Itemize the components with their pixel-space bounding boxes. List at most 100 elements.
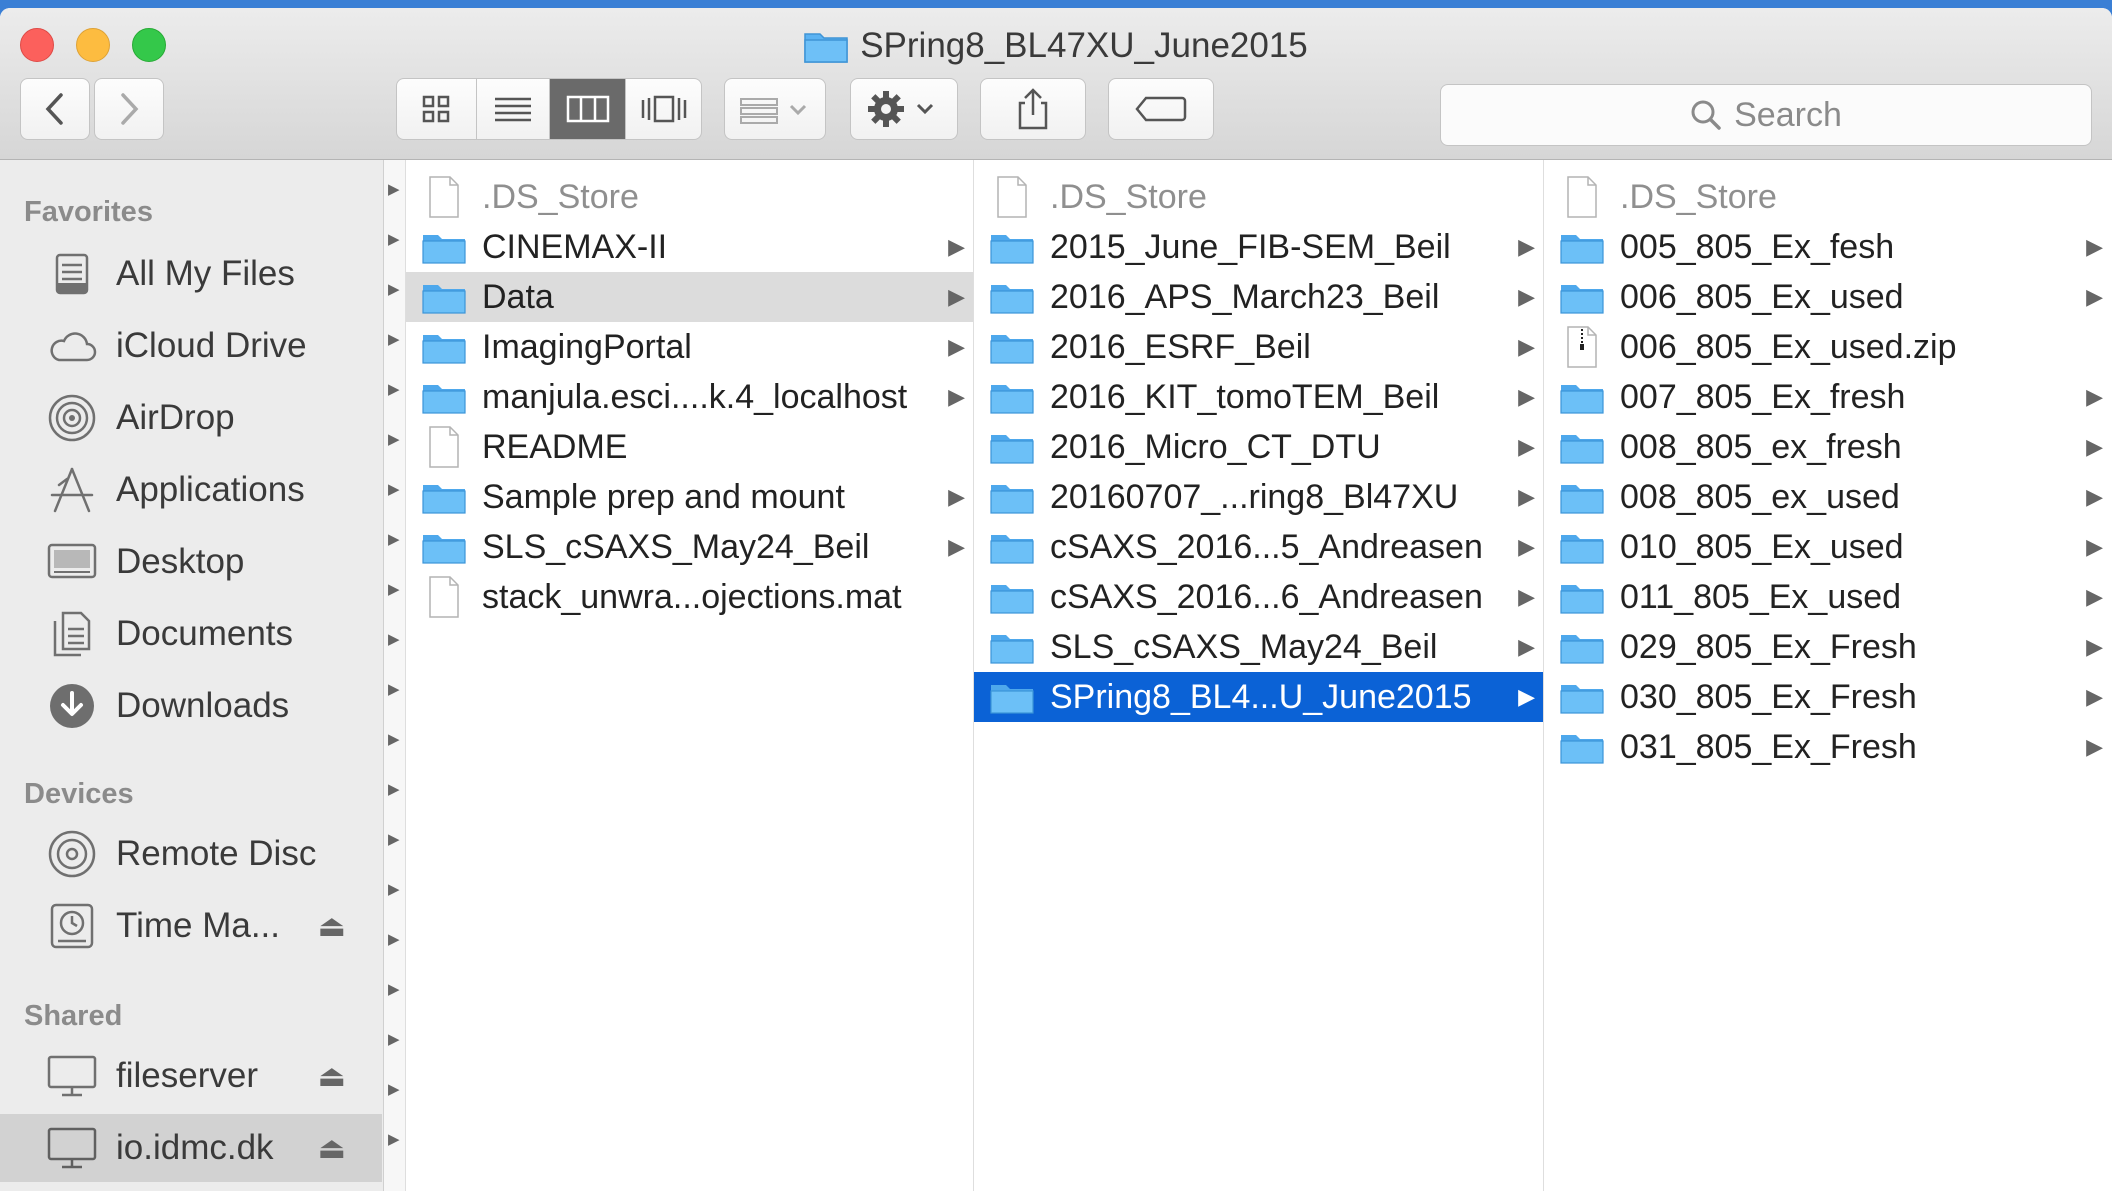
list-item[interactable]: .DS_Store — [406, 172, 973, 222]
icon-view-button[interactable] — [397, 79, 477, 139]
list-item[interactable]: SLS_cSAXS_May24_Beil ▶ — [974, 622, 1543, 672]
view-mode-control — [396, 78, 702, 140]
sidebar-item-documents[interactable]: Documents — [0, 600, 382, 668]
sidebar-item-remote-disc[interactable]: Remote Disc — [0, 820, 382, 888]
list-item[interactable]: .DS_Store — [974, 172, 1543, 222]
eject-icon[interactable]: ⏏ — [318, 1059, 346, 1094]
sidebar-item-label: Downloads — [116, 686, 290, 725]
folder-icon — [1558, 624, 1606, 670]
list-item[interactable]: 008_805_ex_fresh ▶ — [1544, 422, 2111, 472]
list-item[interactable]: 006_805_Ex_used.zip — [1544, 322, 2111, 372]
list-item[interactable]: SLS_cSAXS_May24_Beil ▶ — [406, 522, 973, 572]
disclosure-arrow-icon: ▶ — [2086, 684, 2103, 709]
folder-icon — [988, 474, 1036, 520]
documents-icon — [46, 608, 98, 660]
list-item[interactable]: 20160707_...ring8_Bl47XU ▶ — [974, 472, 1543, 522]
disclosure-arrow-icon: ▶ — [948, 234, 965, 259]
sidebar-item-airdrop[interactable]: AirDrop — [0, 384, 382, 452]
list-item[interactable]: stack_unwra...ojections.mat — [406, 572, 973, 622]
cover-flow-view-button[interactable] — [626, 79, 701, 139]
disclosure-arrow-icon: ▶ — [948, 284, 965, 309]
disclosure-arrow-icon: ▶ — [2086, 484, 2103, 509]
list-item[interactable]: 011_805_Ex_used ▶ — [1544, 572, 2111, 622]
display-icon — [46, 1050, 98, 1102]
edit-tags-button[interactable] — [1108, 78, 1214, 140]
item-name: 005_805_Ex_fesh — [1620, 227, 1895, 266]
list-item[interactable]: CINEMAX-II ▶ — [406, 222, 973, 272]
list-item[interactable]: 2015_June_FIB-SEM_Beil ▶ — [974, 222, 1543, 272]
list-view-button[interactable] — [477, 79, 551, 139]
list-item[interactable]: 007_805_Ex_fresh ▶ — [1544, 372, 2111, 422]
list-item[interactable]: 010_805_Ex_used ▶ — [1544, 522, 2111, 572]
list-item[interactable]: 005_805_Ex_fesh ▶ — [1544, 222, 2111, 272]
columns-icon — [566, 95, 610, 123]
disclosure-arrow-icon: ▶ — [2086, 234, 2103, 259]
list-item[interactable]: 031_805_Ex_Fresh ▶ — [1544, 722, 2111, 772]
eject-icon[interactable]: ⏏ — [318, 1131, 346, 1166]
share-icon — [1018, 88, 1048, 130]
list-item[interactable]: 2016_Micro_CT_DTU ▶ — [974, 422, 1543, 472]
folder-icon — [1558, 274, 1606, 320]
list-item[interactable]: 029_805_Ex_Fresh ▶ — [1544, 622, 2111, 672]
folder-icon — [988, 324, 1036, 370]
search-field[interactable]: Search — [1440, 84, 2092, 146]
sidebar-item-io-idmc-dk[interactable]: io.idmc.dk ⏏ — [0, 1114, 382, 1182]
folder-icon — [988, 374, 1036, 420]
sidebar-item-icloud-drive[interactable]: iCloud Drive — [0, 312, 382, 380]
list-item[interactable]: 006_805_Ex_used ▶ — [1544, 272, 2111, 322]
disclosure-arrow-icon: ▶ — [1518, 534, 1535, 559]
downloads-icon — [46, 680, 98, 732]
disclosure-arrow-icon: ▶ — [2086, 734, 2103, 759]
sidebar-item-label: Documents — [116, 614, 294, 653]
browser-column-1[interactable]: .DS_Store CINEMAX-II ▶ Data ▶ ImagingPortal ▶ m… — [406, 160, 974, 1191]
list-item[interactable]: cSAXS_2016...5_Andreasen ▶ — [974, 522, 1543, 572]
list-item[interactable]: README — [406, 422, 973, 472]
item-name: cSAXS_2016...6_Andreasen — [1050, 577, 1483, 616]
forward-button[interactable] — [94, 78, 164, 140]
share-button[interactable] — [980, 78, 1086, 140]
search-placeholder: Search — [1734, 95, 1842, 134]
disclosure-arrow-icon: ▶ — [388, 981, 400, 998]
disclosure-arrow-icon: ▶ — [388, 581, 400, 598]
list-item[interactable]: SPring8_BL4...U_June2015 ▶ — [974, 672, 1543, 722]
sidebar-item-label: All My Files — [116, 254, 295, 293]
list-item[interactable]: 030_805_Ex_Fresh ▶ — [1544, 672, 2111, 722]
list-item[interactable]: 008_805_ex_used ▶ — [1544, 472, 2111, 522]
item-name: README — [482, 427, 628, 466]
browser-column-3[interactable]: .DS_Store 005_805_Ex_fesh ▶ 006_805_Ex_used… — [1544, 160, 2112, 1191]
sidebar-item-all-my-files[interactable]: All My Files — [0, 240, 382, 308]
disclosure-arrow-icon: ▶ — [388, 231, 400, 248]
disclosure-arrow-icon: ▶ — [388, 1131, 400, 1148]
back-button[interactable] — [20, 78, 90, 140]
action-button[interactable] — [850, 78, 958, 140]
list-item[interactable]: 2016_ESRF_Beil ▶ — [974, 322, 1543, 372]
disclosure-arrow-icon: ▶ — [388, 281, 400, 298]
item-name: 006_805_Ex_used — [1620, 277, 1904, 316]
column-view-button[interactable] — [550, 79, 627, 139]
list-item[interactable]: 2016_APS_March23_Beil ▶ — [974, 272, 1543, 322]
browser-column-2[interactable]: .DS_Store 2015_June_FIB-SEM_Beil ▶ 2016_APS… — [974, 160, 1544, 1191]
arrange-button[interactable] — [724, 78, 826, 140]
root-column[interactable]: ▶ ▶ ▶ ▶ ▶ ▶ ▶ ▶ ▶ ▶ ▶ ▶ ▶ ▶ ▶ ▶ ▶ ▶ ▶ ▶ — [384, 160, 406, 1191]
sidebar-item-downloads[interactable]: Downloads — [0, 672, 382, 740]
sidebar-item-time-machine[interactable]: Time Ma... ⏏ — [0, 892, 382, 960]
list-item[interactable]: Data ▶ — [406, 272, 973, 322]
disclosure-arrow-icon: ▶ — [388, 1081, 400, 1098]
list-item[interactable]: 2016_KIT_tomoTEM_Beil ▶ — [974, 372, 1543, 422]
disclosure-arrow-icon: ▶ — [1518, 234, 1535, 259]
sidebar-item-desktop[interactable]: Desktop — [0, 528, 382, 596]
folder-icon — [420, 274, 468, 320]
sidebar-item-applications[interactable]: Applications — [0, 456, 382, 524]
sidebar-item-fileserver[interactable]: fileserver ⏏ — [0, 1042, 382, 1110]
item-name: 011_805_Ex_used — [1620, 577, 1902, 616]
list-item[interactable]: cSAXS_2016...6_Andreasen ▶ — [974, 572, 1543, 622]
list-item[interactable]: ImagingPortal ▶ — [406, 322, 973, 372]
item-name: 030_805_Ex_Fresh — [1620, 677, 1917, 716]
item-name: .DS_Store — [482, 177, 639, 216]
eject-icon[interactable]: ⏏ — [318, 909, 346, 944]
list-item[interactable]: .DS_Store — [1544, 172, 2111, 222]
list-item[interactable]: Sample prep and mount ▶ — [406, 472, 973, 522]
list-item[interactable]: manjula.esci....k.4_localhost ▶ — [406, 372, 973, 422]
disclosure-arrow-icon: ▶ — [388, 381, 400, 398]
disclosure-arrow-icon: ▶ — [388, 331, 400, 348]
